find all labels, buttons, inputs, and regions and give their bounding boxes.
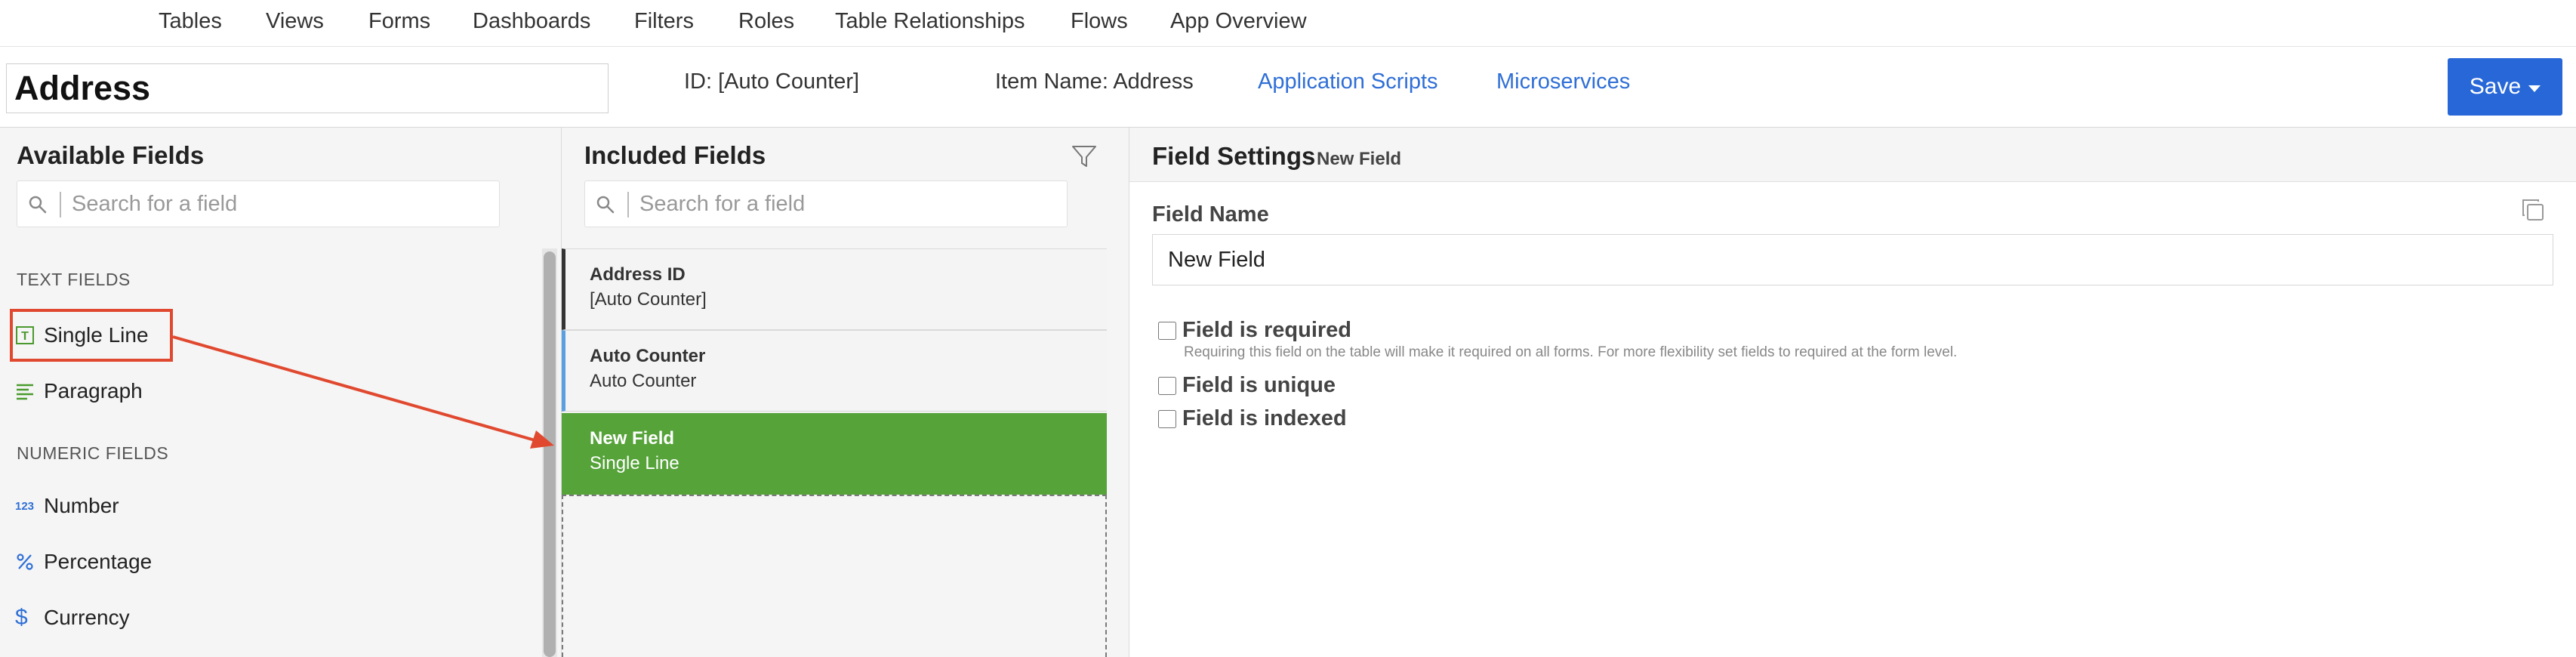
caret-down-icon	[2528, 85, 2541, 92]
field-required-option[interactable]: Field is required	[1158, 318, 1351, 343]
field-name-label: Field Name	[1152, 202, 1269, 227]
card-subtitle: Auto Counter	[590, 371, 697, 391]
field-settings-title: Field Settings	[1152, 142, 1316, 170]
field-indexed-checkbox[interactable]	[1158, 409, 1176, 428]
nav-table-relationships[interactable]: Table Relationships	[835, 9, 1025, 34]
save-button-label: Save	[2469, 74, 2522, 99]
percent-icon	[11, 552, 44, 572]
number-icon: 123	[15, 499, 35, 513]
field-settings-header: Field Settings New Field	[1129, 128, 2576, 182]
field-type-currency[interactable]: $ Currency	[11, 594, 130, 641]
included-field-card[interactable]: Auto Counter Auto Counter	[562, 330, 1107, 412]
card-title: Address ID	[590, 264, 686, 285]
field-indexed-label: Field is indexed	[1182, 406, 1347, 430]
included-fields-title: Included Fields	[584, 141, 766, 169]
currency-label: Currency	[44, 606, 130, 629]
card-subtitle: Single Line	[590, 453, 679, 473]
card-title: Auto Counter	[590, 346, 706, 366]
scrollbar-thumb[interactable]	[544, 251, 556, 657]
field-required-help: Requiring this field on the table will m…	[1184, 344, 1958, 360]
nav-forms[interactable]: Forms	[368, 9, 430, 34]
available-fields-scrollbar[interactable]	[542, 248, 557, 657]
number-label: Number	[44, 494, 119, 517]
field-settings-subtitle: New Field	[1317, 149, 1402, 169]
included-field-card-selected[interactable]: New Field Single Line	[562, 413, 1107, 495]
available-fields-list: Paragraph NUMERIC FIELDS 123 Number Perc…	[0, 128, 562, 657]
filter-icon[interactable]	[1071, 143, 1098, 170]
nav-tables[interactable]: Tables	[159, 9, 222, 34]
included-search-input[interactable]	[639, 187, 1055, 221]
id-label: ID: [Auto Counter]	[684, 69, 860, 94]
microservices-link[interactable]: Microservices	[1496, 69, 1630, 94]
field-dropzone[interactable]	[562, 495, 1107, 657]
copy-icon[interactable]	[2520, 197, 2546, 223]
search-icon	[596, 196, 615, 214]
field-required-label: Field is required	[1182, 318, 1351, 342]
included-fields-panel: Included Fields Address ID [Auto Counter…	[562, 128, 1129, 657]
nav-roles[interactable]: Roles	[738, 9, 794, 34]
numeric-fields-section-label: NUMERIC FIELDS	[17, 443, 169, 463]
field-name-input[interactable]	[1152, 234, 2553, 285]
dollar-icon: $	[15, 605, 28, 630]
nav-views[interactable]: Views	[266, 9, 324, 34]
top-nav: Tables Views Forms Dashboards Filters Ro…	[0, 0, 2576, 47]
field-required-checkbox[interactable]	[1158, 321, 1176, 340]
search-divider	[627, 192, 629, 217]
field-unique-option[interactable]: Field is unique	[1158, 373, 1336, 398]
field-unique-checkbox[interactable]	[1158, 376, 1176, 395]
included-field-card[interactable]: Address ID [Auto Counter]	[562, 248, 1107, 330]
field-type-paragraph-item[interactable]: Paragraph	[11, 368, 143, 415]
included-search-box	[584, 180, 1068, 227]
table-header: ID: [Auto Counter] Item Name: Address Ap…	[0, 47, 2576, 128]
field-type-number[interactable]: 123 Number	[11, 483, 119, 529]
percentage-label: Percentage	[44, 550, 153, 573]
nav-filters[interactable]: Filters	[634, 9, 694, 34]
field-unique-label: Field is unique	[1182, 373, 1336, 397]
paragraph-icon	[11, 381, 44, 401]
field-indexed-option[interactable]: Field is indexed	[1158, 406, 1347, 431]
card-subtitle: [Auto Counter]	[590, 289, 707, 310]
nav-flows[interactable]: Flows	[1071, 9, 1128, 34]
field-settings-panel: Field Settings New Field Field Name Fiel…	[1129, 128, 2576, 657]
save-button[interactable]: Save	[2448, 58, 2562, 116]
card-title: New Field	[590, 428, 675, 449]
field-type-percentage[interactable]: Percentage	[11, 538, 152, 585]
nav-dashboards[interactable]: Dashboards	[473, 9, 590, 34]
application-scripts-link[interactable]: Application Scripts	[1258, 69, 1438, 94]
nav-app-overview[interactable]: App Overview	[1170, 9, 1307, 34]
item-name-label: Item Name: Address	[995, 69, 1194, 94]
table-name-input[interactable]	[6, 63, 609, 113]
paragraph-label: Paragraph	[44, 379, 143, 403]
